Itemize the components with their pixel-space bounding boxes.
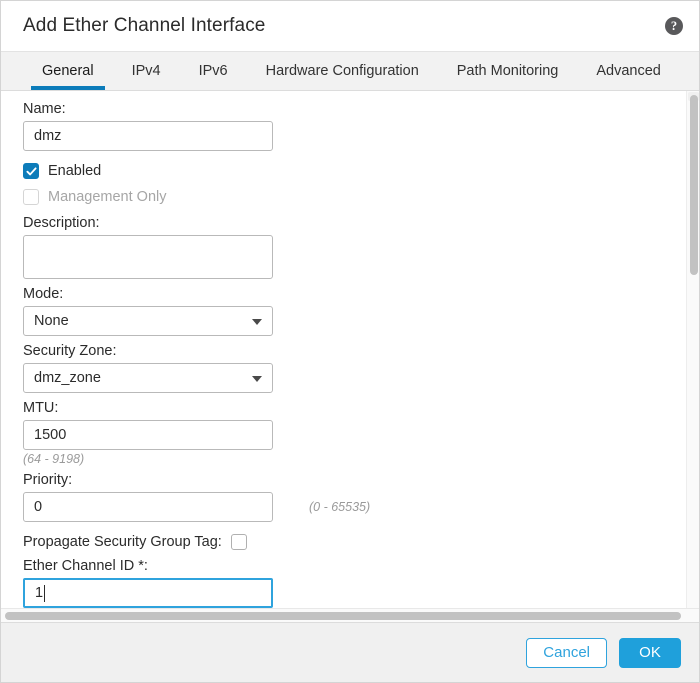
enabled-label: Enabled xyxy=(48,163,102,179)
tab-path-monitoring-label: Path Monitoring xyxy=(456,63,559,79)
tab-ipv4-label: IPv4 xyxy=(131,63,161,79)
tab-ipv4[interactable]: IPv4 xyxy=(113,52,180,90)
mode-select-wrap: None xyxy=(23,306,273,336)
description-label: Description: xyxy=(23,215,100,231)
tab-general[interactable]: General xyxy=(23,52,113,90)
dialog-titlebar: Add Ether Channel Interface ? xyxy=(1,1,699,52)
tab-path-monitoring[interactable]: Path Monitoring xyxy=(438,52,578,90)
propagate-sgt-checkbox[interactable] xyxy=(230,534,247,550)
management-only-label: Management Only xyxy=(48,189,167,205)
priority-field-group: Priority: (0 - 65535) xyxy=(23,472,699,522)
mode-selected-value: None xyxy=(34,313,69,329)
mode-label: Mode: xyxy=(23,286,64,302)
propagate-sgt-label: Propagate Security Group Tag: xyxy=(23,534,222,550)
tab-ipv6-label: IPv6 xyxy=(198,63,228,79)
tab-advanced-label: Advanced xyxy=(596,63,661,79)
tab-hardware-configuration-label: Hardware Configuration xyxy=(265,63,419,79)
dialog-footer: Cancel OK xyxy=(1,622,699,682)
cancel-button[interactable]: Cancel xyxy=(526,637,607,668)
tab-ipv6[interactable]: IPv6 xyxy=(180,52,247,90)
security-zone-select-wrap: dmz_zone xyxy=(23,363,273,393)
vertical-scrollbar-thumb[interactable] xyxy=(690,95,698,275)
enabled-checkbox[interactable] xyxy=(23,163,39,179)
text-cursor xyxy=(44,584,46,602)
mode-select[interactable]: None xyxy=(23,306,273,336)
mtu-label: MTU: xyxy=(23,400,59,416)
security-zone-label: Security Zone: xyxy=(23,343,117,359)
priority-input-row: (0 - 65535) xyxy=(23,492,699,522)
management-only-checkbox-row: Management Only xyxy=(23,184,699,210)
mode-field-group: Mode: None xyxy=(23,286,699,336)
add-ether-channel-interface-dialog: Add Ether Channel Interface ? General IP… xyxy=(0,0,700,683)
tab-advanced[interactable]: Advanced xyxy=(577,52,680,90)
help-circle-icon[interactable]: ? xyxy=(665,17,683,35)
name-field-group: Name: xyxy=(23,101,699,151)
description-field-group: Description: xyxy=(23,215,699,279)
priority-label: Priority: xyxy=(23,472,73,488)
ether-channel-id-input[interactable]: 1 xyxy=(23,578,273,608)
enabled-checkbox-row[interactable]: Enabled xyxy=(23,158,699,184)
priority-input[interactable] xyxy=(23,492,273,522)
tab-hardware-configuration[interactable]: Hardware Configuration xyxy=(247,52,438,90)
ether-channel-id-label: Ether Channel ID *: xyxy=(23,558,148,574)
horizontal-scrollbar-thumb[interactable] xyxy=(5,612,681,620)
horizontal-scrollbar[interactable] xyxy=(1,608,699,622)
general-form: Name: Enabled Management xyxy=(1,91,699,608)
tab-bar: General IPv4 IPv6 Hardware Configuration… xyxy=(1,52,699,91)
security-zone-select[interactable]: dmz_zone xyxy=(23,363,273,393)
ether-channel-id-value: 1 xyxy=(35,585,44,601)
name-label: Name: xyxy=(23,101,66,117)
name-input[interactable] xyxy=(23,121,273,151)
checkmark-icon xyxy=(25,166,37,175)
management-only-checkbox xyxy=(23,189,39,205)
security-zone-selected-value: dmz_zone xyxy=(34,370,101,386)
ok-button[interactable]: OK xyxy=(619,637,681,668)
description-textarea[interactable] xyxy=(23,235,273,279)
mtu-range-hint: (64 - 9198) xyxy=(23,452,85,466)
vertical-scrollbar[interactable] xyxy=(686,91,699,608)
mtu-input[interactable] xyxy=(23,420,273,450)
mtu-field-group: MTU: xyxy=(23,400,699,450)
tab-general-label: General xyxy=(42,63,94,79)
security-zone-field-group: Security Zone: dmz_zone xyxy=(23,343,699,393)
propagate-sgt-checkbox-row[interactable]: Propagate Security Group Tag: xyxy=(23,529,699,555)
priority-range-hint: (0 - 65535) xyxy=(309,500,371,514)
dialog-body: Name: Enabled Management xyxy=(1,91,699,608)
ok-button-label: OK xyxy=(639,644,661,661)
ether-channel-id-field-group: Ether Channel ID *: 1 xyxy=(23,558,699,608)
page-title: Add Ether Channel Interface xyxy=(23,15,266,36)
cancel-button-label: Cancel xyxy=(543,644,590,661)
